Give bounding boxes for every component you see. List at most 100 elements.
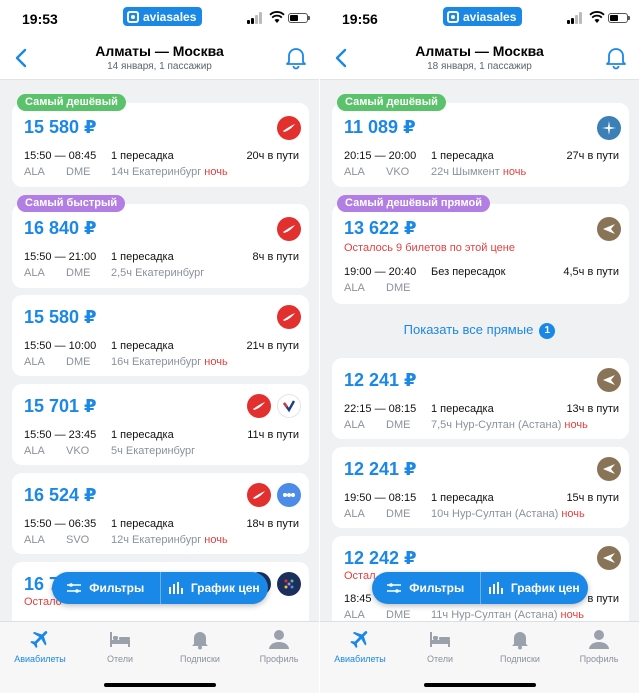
airline-logo-icon: [597, 116, 621, 140]
ticket-price: 13 622 ₽: [344, 218, 417, 238]
brand-name: aviasales: [143, 9, 197, 24]
sliders-icon: [67, 583, 82, 593]
aviasales-brand-badge: aviasales: [443, 7, 523, 26]
ticket-card[interactable]: 16 524 ₽ 15:50 — 06:35 1 пересадка 18ч в…: [12, 473, 309, 554]
airline-logo-icon: [247, 483, 271, 507]
ticket-card[interactable]: 15 580 ₽ 15:50 — 10:00 1 пересадка 21ч в…: [12, 295, 309, 376]
tab-hotels[interactable]: Отели: [85, 628, 155, 664]
ticket-price: 16 840 ₽: [24, 218, 97, 238]
airplane-icon: [350, 631, 368, 649]
fastest-badge: Самый быстрый: [17, 195, 126, 212]
direct-count-badge: 1: [539, 323, 556, 339]
aviasales-brand-badge: aviasales: [123, 7, 203, 26]
aviasales-logo-icon: [447, 10, 459, 23]
route-title: Алматы — Москва: [415, 43, 544, 59]
bed-icon: [110, 632, 130, 647]
filter-toolbar: Фильтры График цен: [372, 572, 588, 604]
route-title: Алматы — Москва: [95, 43, 224, 59]
left-screen: 19:53 aviasales Алматы — Москва 14 январ…: [0, 0, 319, 693]
ticket-price: 11 089 ₽: [344, 117, 416, 137]
cheapest-badge: Самый дешёвый: [337, 94, 446, 111]
airline-logo-icon: [277, 305, 301, 329]
ticket-card[interactable]: 16 840 ₽ 15:50 — 21:00 1 пересадка 8ч в …: [12, 204, 309, 288]
ticket-card[interactable]: 12 241 ₽ 22:15 — 08:15 1 пересадка 13ч в…: [332, 358, 629, 439]
filters-button[interactable]: Фильтры: [372, 572, 480, 604]
bell-icon: [512, 632, 528, 650]
ticket-card[interactable]: 11 089 ₽ 20:15 — 20:00 1 пересадка 27ч в…: [332, 103, 629, 187]
price-chart-label: График цен: [510, 581, 580, 595]
tab-subscriptions[interactable]: Подписки: [485, 628, 555, 664]
home-indicator: [424, 683, 536, 687]
battery-icon: [608, 13, 630, 23]
airline-logo-icon: [597, 217, 621, 241]
bell-icon: [192, 632, 208, 650]
status-time: 19:56: [342, 11, 378, 27]
wifi-icon: [589, 11, 605, 23]
filter-toolbar: Фильтры График цен: [52, 572, 268, 604]
price-chart-label: График цен: [190, 581, 260, 595]
user-icon: [589, 630, 609, 649]
tab-subscriptions[interactable]: Подписки: [165, 628, 235, 664]
status-bar: 19:56 aviasales: [320, 0, 639, 38]
cellular-signal-icon: [567, 12, 585, 24]
ticket-price: 12 241 ₽: [344, 459, 417, 479]
filters-label: Фильтры: [89, 581, 145, 595]
tab-bar: Авиабилеты Отели Подписки Профиль: [320, 621, 639, 693]
nav-bar: Алматы — Москва 14 января, 1 пассажир: [0, 38, 319, 80]
tab-flights[interactable]: Авиабилеты: [325, 628, 395, 664]
airline-logo-icon: [277, 572, 301, 596]
filters-button[interactable]: Фильтры: [52, 572, 160, 604]
cellular-signal-icon: [247, 12, 265, 24]
cheapest-direct-badge: Самый дешёвый прямой: [337, 195, 491, 212]
airline-logo-icon: [597, 368, 621, 392]
tab-profile[interactable]: Профиль: [564, 628, 634, 664]
route-subtitle: 18 января, 1 пассажир: [427, 61, 532, 72]
airline-logo-icon: [277, 116, 301, 140]
cheapest-badge: Самый дешёвый: [17, 94, 126, 111]
airplane-icon: [30, 631, 48, 649]
price-alert-bell-button[interactable]: [603, 44, 629, 70]
ticket-price: 16 524 ₽: [24, 485, 97, 505]
ticket-card[interactable]: 13 622 ₽ Осталось 9 билетов по этой цене…: [332, 204, 629, 304]
right-screen: 19:56 aviasales Алматы — Москва 18 январ…: [320, 0, 639, 693]
airline-logo-icon: [597, 546, 621, 570]
nav-bar: Алматы — Москва 18 января, 1 пассажир: [320, 38, 639, 80]
route-subtitle: 14 января, 1 пассажир: [107, 61, 212, 72]
tab-bar: Авиабилеты Отели Подписки Профиль: [0, 621, 319, 693]
airline-logo-icon: [277, 217, 301, 241]
show-all-direct-link[interactable]: Показать все прямые 1: [320, 322, 639, 339]
airline-logo-icon: [277, 394, 301, 418]
price-alert-bell-button[interactable]: [283, 44, 309, 70]
brand-name: aviasales: [463, 9, 517, 24]
tab-profile[interactable]: Профиль: [244, 628, 314, 664]
status-bar: 19:53 aviasales: [0, 0, 319, 38]
home-indicator: [104, 683, 216, 687]
ticket-price: 12 242 ₽: [344, 548, 417, 568]
bar-chart-icon: [488, 582, 503, 594]
wifi-icon: [269, 11, 285, 23]
tab-hotels[interactable]: Отели: [405, 628, 475, 664]
price-chart-button[interactable]: График цен: [161, 572, 269, 604]
aviasales-logo-icon: [127, 10, 139, 23]
ticket-price: 15 701 ₽: [24, 396, 97, 416]
user-icon: [269, 630, 289, 649]
airline-logo-icon: [247, 394, 271, 418]
ticket-card[interactable]: 15 580 ₽ 15:50 — 08:45 1 пересадка 20ч в…: [12, 103, 309, 187]
filters-label: Фильтры: [409, 581, 465, 595]
ticket-price: 15 580 ₽: [24, 307, 97, 327]
bar-chart-icon: [168, 582, 183, 594]
price-chart-button[interactable]: График цен: [481, 572, 589, 604]
ticket-price: 12 241 ₽: [344, 370, 417, 390]
ticket-card[interactable]: 15 701 ₽ 15:50 — 23:45 1 пересадка 11ч в…: [12, 384, 309, 465]
airline-logo-icon: [597, 457, 621, 481]
airline-logo-icon: [277, 483, 301, 507]
ticket-card[interactable]: 12 241 ₽ 19:50 — 08:15 1 пересадка 15ч в…: [332, 447, 629, 528]
tickets-left-warning: Остал: [344, 570, 376, 582]
sliders-icon: [387, 583, 402, 593]
ticket-price: 15 580 ₽: [24, 117, 97, 137]
status-time: 19:53: [22, 11, 58, 27]
tab-flights[interactable]: Авиабилеты: [5, 628, 75, 664]
bed-icon: [430, 632, 450, 647]
tickets-left-warning: Осталось 9 билетов по этой цене: [344, 242, 515, 254]
battery-icon: [288, 13, 310, 23]
